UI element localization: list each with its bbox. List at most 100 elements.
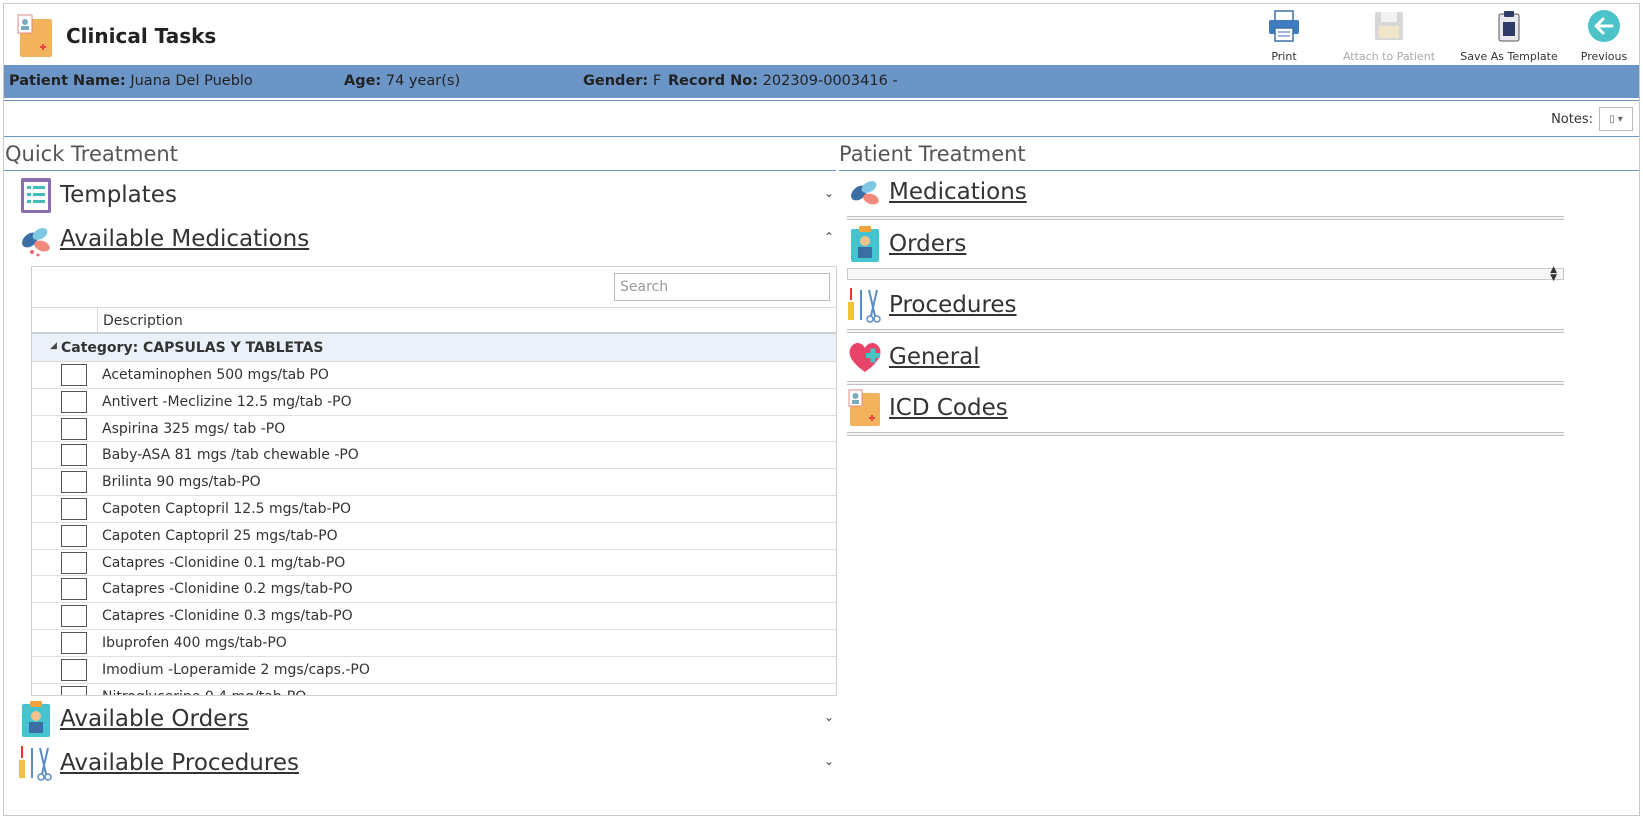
patient-medications-title[interactable]: Medications [889, 179, 1027, 205]
clipboard-doctor-icon [851, 226, 879, 262]
previous-button[interactable]: Previous [1569, 8, 1639, 66]
grid-header-row: Description [32, 308, 836, 334]
table-row[interactable]: Capoten Captopril 12.5 mgs/tab-PO [32, 496, 836, 523]
available-orders-title[interactable]: Available Orders [60, 706, 249, 732]
patient-treatment-heading: Patient Treatment [839, 142, 1026, 166]
patient-procedures-header[interactable]: Procedures [847, 285, 1564, 325]
notes-area: Notes: ▯ ▾ [1551, 107, 1633, 131]
table-row[interactable]: Brilinta 90 mgs/tab-PO [32, 469, 836, 496]
print-button[interactable]: Print [1239, 8, 1329, 66]
patient-medications-header[interactable]: Medications [847, 172, 1564, 212]
chevron-down-icon[interactable]: ⌄ [824, 710, 834, 724]
quick-treatment-heading: Quick Treatment [5, 142, 178, 166]
patient-icd-header[interactable]: ICD Codes [847, 388, 1564, 428]
arrow-left-icon [1588, 10, 1620, 42]
patient-name-label: Patient Name: [9, 73, 126, 89]
row-checkbox[interactable] [61, 444, 87, 467]
chevron-down-icon[interactable]: ⌄ [824, 754, 834, 768]
clipboard-icon [1498, 11, 1520, 42]
row-checkbox[interactable] [61, 578, 87, 601]
clipboard-doctor-icon [22, 701, 50, 737]
table-row[interactable]: Capoten Captopril 25 mgs/tab-PO [32, 523, 836, 550]
available-procedures-section-header[interactable]: Available Procedures ⌄ [18, 742, 836, 784]
notes-icon: ▯ [1609, 113, 1615, 125]
available-medications-section-header[interactable]: Available Medications ⌃ [18, 218, 836, 260]
patient-record-label: Record No: [668, 73, 759, 89]
patient-name-value: Juana Del Pueblo [130, 73, 253, 89]
procedures-content-bar [847, 329, 1564, 333]
available-medications-title[interactable]: Available Medications [60, 226, 309, 252]
row-checkbox[interactable] [61, 524, 87, 547]
row-checkbox[interactable] [61, 605, 87, 628]
table-row[interactable]: Acetaminophen 500 mgs/tab PO [32, 362, 836, 389]
table-row[interactable]: Nitroglycerine 0.4 mg/tab-PO [32, 684, 836, 695]
patient-icd-title[interactable]: ICD Codes [889, 395, 1008, 421]
pills-icon [22, 228, 50, 257]
description-column-header[interactable]: Description [103, 313, 183, 329]
patient-gender-value: F [652, 73, 662, 89]
patient-record-value: 202309-0003416 - [762, 73, 898, 89]
notes-dropdown-button[interactable]: ▯ ▾ [1599, 107, 1633, 131]
divider [839, 170, 1639, 171]
patient-procedures-title[interactable]: Procedures [889, 292, 1017, 318]
row-checkbox[interactable] [61, 471, 87, 494]
app-title: Clinical Tasks [66, 24, 217, 48]
medication-description: Aspirina 325 mgs/ tab -PO [102, 420, 286, 437]
row-checkbox[interactable] [61, 497, 87, 520]
medication-description: Nitroglycerine 0.4 mg/tab-PO [102, 689, 306, 695]
medication-description: Capoten Captopril 12.5 mgs/tab-PO [102, 500, 352, 517]
group-label: Category: CAPSULAS Y TABLETAS [61, 340, 324, 356]
collapse-triangle-icon[interactable]: ◢ [50, 341, 57, 351]
medication-description: Baby-ASA 81 mgs /tab chewable -PO [102, 447, 359, 464]
table-row[interactable]: Aspirina 325 mgs/ tab -PO [32, 416, 836, 443]
grid-rows: Acetaminophen 500 mgs/tab PO Antivert -Me… [32, 362, 836, 695]
medication-description: Acetaminophen 500 mgs/tab PO [102, 367, 329, 383]
row-checkbox[interactable] [61, 685, 87, 695]
row-checkbox[interactable] [61, 551, 87, 574]
icd-content-bar [847, 432, 1564, 436]
notes-label: Notes: [1551, 111, 1593, 127]
patient-name: Patient Name: Juana Del Pueblo [9, 73, 253, 89]
patient-age-label: Age: [344, 73, 382, 89]
patient-file-icon [17, 14, 52, 57]
table-row[interactable]: Baby-ASA 81 mgs /tab chewable -PO [32, 442, 836, 470]
patient-age: Age: 74 year(s) [344, 73, 460, 89]
chevron-down-icon[interactable]: ⌄ [824, 186, 834, 200]
group-row[interactable]: ◢ Category: CAPSULAS Y TABLETAS [32, 334, 836, 362]
table-row[interactable]: Catapres -Clonidine 0.3 mgs/tab-PO [32, 603, 836, 630]
caret-down-icon: ▾ [1617, 113, 1623, 125]
row-checkbox[interactable] [61, 658, 87, 681]
templates-section-header[interactable]: Templates ⌄ [18, 174, 836, 216]
table-row[interactable]: Catapres -Clonidine 0.1 mg/tab-PO [32, 550, 836, 577]
table-row[interactable]: Imodium -Loperamide 2 mgs/caps.-PO [32, 657, 836, 684]
patient-general-title[interactable]: General [889, 344, 980, 370]
medication-description: Catapres -Clonidine 0.3 mgs/tab-PO [102, 608, 353, 625]
table-row[interactable]: Ibuprofen 400 mgs/tab-PO [32, 630, 836, 657]
available-orders-section-header[interactable]: Available Orders ⌄ [18, 698, 836, 740]
medications-grid: Search Description ◢ Category: CAPSULAS … [31, 266, 837, 696]
patient-general-header[interactable]: General [847, 337, 1564, 377]
search-input[interactable]: Search [614, 273, 830, 301]
chevron-up-icon[interactable]: ⌃ [824, 230, 834, 244]
select-column-header [32, 308, 98, 332]
patient-record: Record No: 202309-0003416 - [668, 73, 898, 89]
patient-orders-section: Orders ▲ ▼ [847, 224, 1564, 283]
row-checkbox[interactable] [61, 390, 87, 413]
medication-description: Antivert -Meclizine 12.5 mg/tab -PO [102, 393, 352, 410]
patient-orders-header[interactable]: Orders [847, 224, 1564, 264]
orders-scrollbar[interactable]: ▲ ▼ [847, 266, 1564, 283]
table-row[interactable]: Antivert -Meclizine 12.5 mg/tab -PO [32, 389, 836, 416]
row-checkbox[interactable] [61, 364, 87, 386]
save-template-label: Save As Template [1460, 50, 1558, 63]
patient-orders-title[interactable]: Orders [889, 231, 966, 257]
row-checkbox[interactable] [61, 417, 87, 440]
table-row[interactable]: Catapres -Clonidine 0.2 mgs/tab-PO [32, 576, 836, 604]
row-checkbox[interactable] [61, 631, 87, 654]
spin-arrows-icon[interactable]: ▲ ▼ [1550, 266, 1557, 283]
templates-title: Templates [60, 182, 177, 208]
available-procedures-title[interactable]: Available Procedures [60, 750, 299, 776]
attach-to-patient-button[interactable]: Attach to Patient [1329, 8, 1449, 66]
checklist-icon [21, 178, 51, 213]
patient-file-icon [848, 389, 880, 426]
save-as-template-button[interactable]: Save As Template [1449, 8, 1569, 66]
